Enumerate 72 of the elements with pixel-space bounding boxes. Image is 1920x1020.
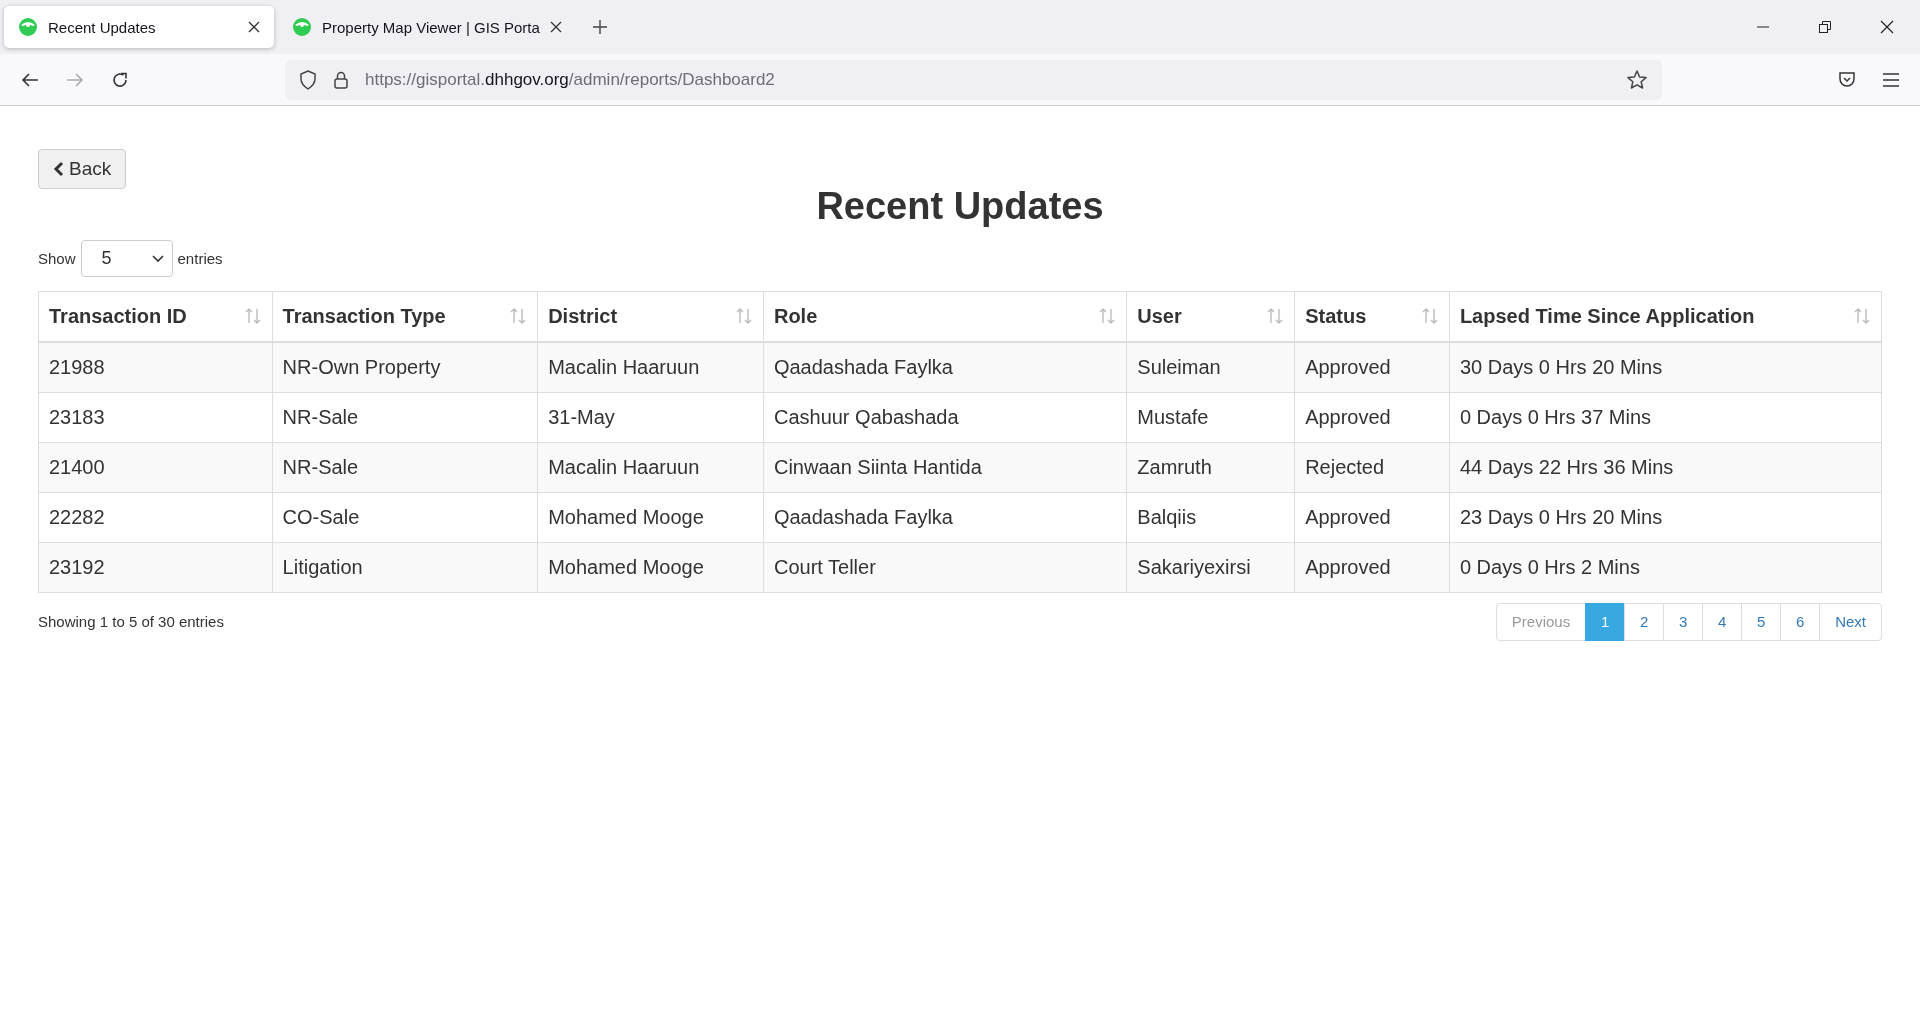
table-cell: 31-May (537, 392, 764, 442)
table-cell: 44 Days 22 Hrs 36 Mins (1449, 442, 1882, 492)
column-header[interactable]: Role (763, 291, 1127, 342)
pagination-button[interactable]: 6 (1780, 602, 1821, 641)
table-cell: Mustafe (1126, 392, 1295, 442)
table-cell: NR-Sale (272, 392, 538, 442)
table-cell: Cashuur Qabashada (763, 392, 1127, 442)
table-cell: 21988 (38, 341, 273, 392)
url-text: https://gisportal.dhhgov.org/admin/reports/Dashboard2 (365, 69, 775, 90)
table-cell: Suleiman (1126, 341, 1295, 392)
pagination-button[interactable]: 3 (1663, 602, 1704, 641)
column-header[interactable]: Transaction Type (272, 291, 538, 342)
table-cell: Litigation (272, 542, 538, 592)
table-cell: Approved (1294, 542, 1450, 592)
entries-label: entries (177, 250, 223, 267)
close-icon[interactable] (248, 21, 260, 33)
close-icon[interactable] (1880, 20, 1894, 34)
table-cell: Court Teller (763, 542, 1127, 592)
show-label: Show (38, 250, 76, 267)
table-cell: Approved (1294, 392, 1450, 442)
chevron-left-icon (53, 161, 64, 177)
menu-icon[interactable] (1882, 71, 1900, 88)
table-cell: Approved (1294, 341, 1450, 392)
table-cell: 21400 (38, 442, 273, 492)
entries-info: Showing 1 to 5 of 30 entries (38, 613, 224, 630)
table-cell: 23 Days 0 Hrs 20 Mins (1449, 492, 1882, 542)
table-cell: 0 Days 0 Hrs 37 Mins (1449, 392, 1882, 442)
table-cell: 22282 (38, 492, 273, 542)
table-cell: CO-Sale (272, 492, 538, 542)
table-cell: Cinwaan Siinta Hantida (763, 442, 1127, 492)
close-icon[interactable] (549, 21, 562, 33)
page-title: Recent Updates (815, 185, 1105, 228)
column-header[interactable]: Status (1294, 291, 1450, 342)
pocket-icon[interactable] (1837, 69, 1857, 90)
table-cell: 23183 (38, 392, 273, 442)
table-cell: Macalin Haaruun (537, 341, 764, 392)
entries-select[interactable]: 5 (80, 240, 173, 277)
pagination-button[interactable]: Next (1819, 602, 1882, 641)
browser-tab[interactable]: Property Map Viewer | GIS Porta (278, 6, 568, 48)
caret-icon (151, 254, 164, 263)
pagination-button[interactable]: 5 (1741, 602, 1782, 641)
new-tab-icon[interactable] (592, 19, 608, 35)
shield-icon (299, 69, 317, 90)
table-cell: Rejected (1294, 442, 1450, 492)
restore-icon[interactable] (1818, 20, 1832, 34)
table-cell: Approved (1294, 492, 1450, 542)
table-cell: Macalin Haaruun (537, 442, 764, 492)
column-header[interactable]: Transaction ID (38, 291, 273, 342)
address-bar[interactable]: https://gisportal.dhhgov.org/admin/reports/Dashboard2 (285, 59, 1662, 100)
table-cell: NR-Own Property (272, 341, 538, 392)
back-button[interactable]: Back (38, 149, 127, 189)
table-cell: 30 Days 0 Hrs 20 Mins (1449, 341, 1882, 392)
globe-logo-icon (18, 17, 38, 37)
table-cell: NR-Sale (272, 442, 538, 492)
column-header[interactable]: User (1126, 291, 1295, 342)
pagination-button[interactable]: 2 (1624, 602, 1665, 641)
star-icon[interactable] (1626, 68, 1648, 91)
table-cell: 23192 (38, 542, 273, 592)
globe-logo-icon (292, 17, 312, 37)
table-cell: Sakariyexirsi (1126, 542, 1295, 592)
browser-tab[interactable]: Recent Updates (4, 6, 274, 48)
pagination-button[interactable]: 4 (1702, 602, 1743, 641)
table-cell: Qaadashada Faylka (763, 492, 1127, 542)
table-cell: Qaadashada Faylka (763, 341, 1127, 392)
table-cell: Balqiis (1126, 492, 1295, 542)
lock-icon (333, 69, 349, 90)
table-cell: Mohamed Mooge (537, 542, 764, 592)
table-cell: 0 Days 0 Hrs 2 Mins (1449, 542, 1882, 592)
column-header[interactable]: Lapsed Time Since Application (1449, 291, 1882, 342)
table-cell: Mohamed Mooge (537, 492, 764, 542)
column-header[interactable]: District (537, 291, 764, 342)
table-cell: Zamruth (1126, 442, 1295, 492)
